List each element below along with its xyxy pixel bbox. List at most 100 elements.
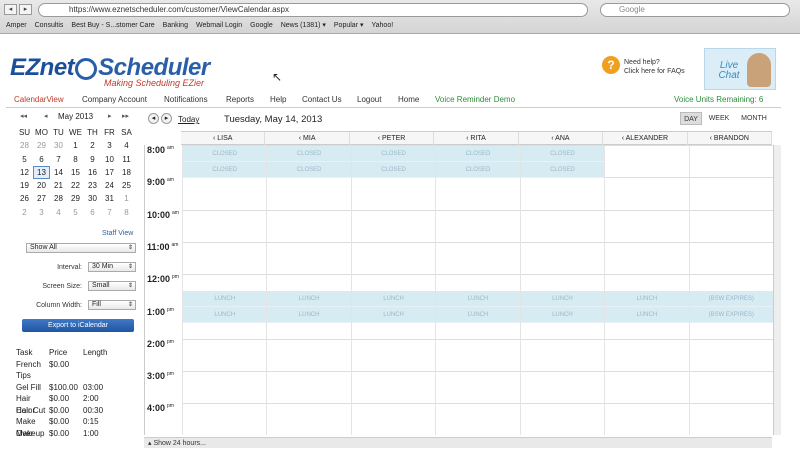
- calendar-day[interactable]: 8: [118, 206, 135, 219]
- closed-block[interactable]: CLOSED: [436, 146, 520, 162]
- task-row[interactable]: Gel Fill $100.00 03:00: [16, 382, 128, 394]
- staff-select[interactable]: Show All: [26, 243, 136, 253]
- prev-year-icon[interactable]: ◂◂: [20, 112, 27, 120]
- staff-column-header[interactable]: ‹ RITA: [434, 132, 519, 145]
- staff-column-header[interactable]: ‹ ANA: [519, 132, 604, 145]
- calendar-day[interactable]: 26: [16, 192, 33, 205]
- calendar-day[interactable]: 1: [67, 139, 84, 152]
- view-day-button[interactable]: DAY: [680, 112, 702, 125]
- bookmark-item[interactable]: Google: [250, 20, 273, 32]
- menu-calendar-view[interactable]: CalendarView: [14, 95, 64, 104]
- task-row[interactable]: Tips: [16, 370, 128, 382]
- lunch-block[interactable]: LUNCH: [605, 291, 689, 307]
- menu-home[interactable]: Home: [398, 95, 419, 104]
- menu-voice-reminder-demo[interactable]: Voice Reminder Demo: [435, 95, 515, 104]
- calendar-day[interactable]: 23: [84, 179, 101, 192]
- calendar-day[interactable]: 2: [84, 139, 101, 152]
- staff-view-link[interactable]: Staff View: [102, 230, 133, 237]
- calendar-day[interactable]: 15: [67, 166, 84, 179]
- help-icon[interactable]: ?: [602, 56, 620, 74]
- calendar-day[interactable]: 3: [33, 206, 50, 219]
- calendar-day[interactable]: 10: [101, 153, 118, 166]
- calendar-day[interactable]: 22: [67, 179, 84, 192]
- calendar-day[interactable]: 25: [118, 179, 135, 192]
- menu-reports[interactable]: Reports: [226, 95, 254, 104]
- calendar-day[interactable]: 6: [84, 206, 101, 219]
- staff-column-header[interactable]: ‹ LISA: [181, 132, 266, 145]
- calendar-day[interactable]: 12: [16, 166, 33, 179]
- menu-contact-us[interactable]: Contact Us: [302, 95, 342, 104]
- task-row[interactable]: Make Over $0.00 0:15: [16, 416, 128, 438]
- bookmark-item[interactable]: Yahoo!: [371, 20, 393, 32]
- calendar-day[interactable]: 7: [101, 206, 118, 219]
- calendar-day[interactable]: 28: [50, 192, 67, 205]
- lunch-block[interactable]: LUNCH: [520, 291, 605, 307]
- browser-search-input[interactable]: Google: [600, 3, 790, 17]
- calendar-day[interactable]: 30: [50, 139, 67, 152]
- closed-block[interactable]: CLOSED: [183, 146, 267, 162]
- interval-select[interactable]: 30 Min: [88, 262, 136, 272]
- lunch-block[interactable]: LUNCH: [267, 307, 351, 323]
- closed-block[interactable]: CLOSED: [351, 146, 436, 162]
- calendar-day[interactable]: 11: [118, 153, 135, 166]
- lunch-block[interactable]: LUNCH: [605, 307, 689, 323]
- prev-day-icon[interactable]: ◂: [148, 113, 159, 124]
- calendar-day[interactable]: 7: [50, 153, 67, 166]
- view-week-button[interactable]: WEEK: [706, 112, 732, 125]
- bookmark-item[interactable]: Webmail Login: [196, 20, 242, 32]
- calendar-day[interactable]: 21: [50, 179, 67, 192]
- closed-block[interactable]: CLOSED: [520, 162, 605, 178]
- calendar-day[interactable]: 6: [33, 153, 50, 166]
- lunch-block[interactable]: LUNCH: [520, 307, 605, 323]
- staff-column-header[interactable]: ‹ BRANDON: [688, 132, 772, 145]
- prev-month-icon[interactable]: ◂: [44, 112, 48, 120]
- lunch-block[interactable]: LUNCH: [436, 307, 520, 323]
- lunch-block[interactable]: LUNCH: [436, 291, 520, 307]
- lunch-block[interactable]: LUNCH: [351, 291, 436, 307]
- calendar-day[interactable]: 2: [16, 206, 33, 219]
- bookmark-item[interactable]: Banking: [163, 20, 188, 32]
- calendar-day[interactable]: 5: [16, 153, 33, 166]
- calendar-day[interactable]: 18: [118, 166, 135, 179]
- lunch-block[interactable]: LUNCH: [267, 291, 351, 307]
- calendar-day[interactable]: 20: [33, 179, 50, 192]
- staff-column-header[interactable]: ‹ PETER: [350, 132, 435, 145]
- lunch-block[interactable]: LUNCH: [183, 307, 267, 323]
- column-width-select[interactable]: Fill: [88, 300, 136, 310]
- calendar-day[interactable]: 14: [50, 166, 67, 179]
- next-day-icon[interactable]: ▸: [161, 113, 172, 124]
- url-bar[interactable]: https://www.eznetscheduler.com/customer/…: [38, 3, 588, 17]
- calendar-day[interactable]: 5: [67, 206, 84, 219]
- today-button[interactable]: Today: [178, 115, 199, 124]
- closed-block[interactable]: CLOSED: [267, 162, 351, 178]
- forward-icon[interactable]: ▸: [19, 4, 32, 15]
- bookmark-item[interactable]: News (1381) ▾: [281, 20, 326, 32]
- calendar-day[interactable]: 29: [67, 192, 84, 205]
- calendar-day[interactable]: 27: [33, 192, 50, 205]
- live-chat-button[interactable]: Live Chat: [704, 48, 776, 90]
- calendar-day[interactable]: 9: [84, 153, 101, 166]
- next-year-icon[interactable]: ▸▸: [122, 112, 129, 120]
- lunch-block[interactable]: (BSW EXPIRES): [689, 291, 773, 307]
- menu-notifications[interactable]: Notifications: [164, 95, 208, 104]
- closed-block[interactable]: CLOSED: [436, 162, 520, 178]
- lunch-block[interactable]: LUNCH: [183, 291, 267, 307]
- export-icalendar-button[interactable]: Export to iCalendar: [22, 319, 134, 332]
- closed-block[interactable]: CLOSED: [183, 162, 267, 178]
- calendar-day[interactable]: 19: [16, 179, 33, 192]
- calendar-day[interactable]: 30: [84, 192, 101, 205]
- calendar-day[interactable]: 24: [101, 179, 118, 192]
- calendar-day[interactable]: 4: [118, 139, 135, 152]
- task-row[interactable]: Hair Color $0.00 2:00: [16, 393, 128, 415]
- task-row[interactable]: Makeup $0.00 1:00: [16, 428, 128, 440]
- next-month-icon[interactable]: ▸: [108, 112, 112, 120]
- closed-block[interactable]: CLOSED: [520, 146, 605, 162]
- back-icon[interactable]: ◂: [4, 4, 17, 15]
- bookmark-item[interactable]: Amper: [6, 20, 27, 32]
- lunch-block[interactable]: LUNCH: [351, 307, 436, 323]
- calendar-scrollbar[interactable]: [773, 145, 781, 435]
- calendar-day[interactable]: 17: [101, 166, 118, 179]
- calendar-day[interactable]: 29: [33, 139, 50, 152]
- calendar-day[interactable]: 3: [101, 139, 118, 152]
- calendar-day[interactable]: 4: [50, 206, 67, 219]
